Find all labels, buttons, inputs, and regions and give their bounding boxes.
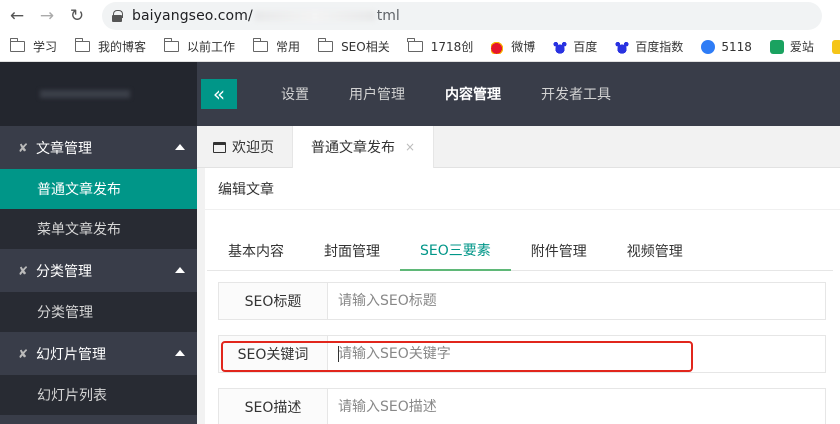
bookmark-item[interactable]: 以前工作: [163, 38, 235, 55]
sidebar-item-slide-list[interactable]: 幻灯片列表: [0, 375, 197, 415]
url-redacted: [254, 11, 375, 21]
editor-subtabs: 基本内容 封面管理 SEO三要素 附件管理 视频管理: [207, 230, 833, 271]
5118-icon: [701, 39, 716, 54]
caret-up-icon: [175, 267, 185, 273]
lock-icon: [112, 10, 123, 22]
sidebar-group-label: 分类管理: [36, 263, 92, 280]
baidu-icon: [553, 39, 568, 54]
folder-icon: [317, 38, 334, 52]
folder-icon: [9, 38, 25, 52]
tools-icon: ✘: [18, 346, 29, 361]
collapse-sidebar-button[interactable]: «: [201, 79, 237, 109]
bookmark-item[interactable]: 微博: [491, 38, 535, 55]
subtab-seo[interactable]: SEO三要素: [400, 230, 511, 271]
baidu-icon: [615, 39, 630, 54]
url-suffix: tml: [376, 8, 400, 24]
weibo-icon: [491, 39, 506, 54]
caret-up-icon: [175, 144, 185, 150]
sidebar-group-slides[interactable]: ✘ 幻灯片管理: [0, 332, 197, 375]
url-host: baiyangseo.com/: [132, 8, 253, 24]
browser-toolbar: ← → ↻ baiyangseo.com/ tml: [0, 0, 840, 32]
editor-card: 编辑文章 基本内容 封面管理 SEO三要素 附件管理 视频管理 SEO标题 SE…: [205, 168, 840, 424]
bookmark-item-truncated[interactable]: [831, 39, 840, 54]
bookmark-icon: [831, 39, 840, 54]
tab-label: 普通文章发布: [311, 140, 395, 156]
tab-welcome[interactable]: 欢迎页: [197, 126, 293, 168]
sidebar-item-normal-article[interactable]: 普通文章发布: [0, 169, 197, 209]
sidebar-group-label: 文章管理: [36, 140, 92, 157]
card-title: 编辑文章: [205, 168, 840, 210]
seo-description-label: SEO描述: [219, 389, 328, 424]
bookmarks-bar: 学习 我的博客 以前工作 常用 SEO相关 1718创 微博 百度 百度指数 5…: [0, 32, 840, 62]
sidebar: ✘ 文章管理 普通文章发布 菜单文章发布 ✘ 分类管理 分类管理 ✘ 幻灯片管理…: [0, 62, 197, 424]
nav-settings[interactable]: 设置: [281, 84, 309, 104]
seo-keywords-label: SEO关键词: [219, 336, 328, 372]
double-chevron-left-icon: «: [212, 82, 226, 106]
bookmark-item[interactable]: 百度: [553, 38, 597, 55]
seo-description-row: SEO描述: [218, 388, 826, 424]
forward-arrow-icon[interactable]: →: [36, 5, 58, 27]
bookmark-item[interactable]: 5118: [701, 39, 752, 54]
nav-user-management[interactable]: 用户管理: [349, 84, 405, 104]
folder-icon: [252, 38, 269, 52]
subtab-attachments[interactable]: 附件管理: [511, 230, 607, 271]
folder-icon: [407, 38, 423, 52]
seo-title-label: SEO标题: [219, 283, 328, 319]
page-tab-bar: 欢迎页 普通文章发布 ×: [197, 126, 840, 168]
tab-normal-article[interactable]: 普通文章发布 ×: [293, 126, 435, 168]
bookmark-item[interactable]: SEO相关: [317, 38, 390, 55]
seo-keywords-row: SEO关键词: [218, 335, 826, 373]
text-cursor: [338, 346, 339, 362]
logo-redacted: [40, 90, 130, 98]
bookmark-item[interactable]: 常用: [252, 38, 300, 55]
seo-title-row: SEO标题: [218, 282, 826, 320]
main-content: 编辑文章 基本内容 封面管理 SEO三要素 附件管理 视频管理 SEO标题 SE…: [197, 168, 840, 424]
bookmark-item[interactable]: 学习: [9, 38, 57, 55]
sidebar-group-article[interactable]: ✘ 文章管理: [0, 126, 197, 169]
bookmark-item[interactable]: 爱站: [769, 38, 814, 55]
nav-content-management[interactable]: 内容管理: [445, 84, 501, 104]
sidebar-group-category[interactable]: ✘ 分类管理: [0, 249, 197, 292]
folder-icon: [163, 38, 180, 52]
sidebar-group-label: 幻灯片管理: [36, 346, 106, 363]
subtab-cover[interactable]: 封面管理: [304, 230, 400, 271]
caret-up-icon: [175, 350, 185, 356]
back-arrow-icon[interactable]: ←: [6, 5, 28, 27]
tools-icon: ✘: [18, 263, 29, 278]
bookmark-item[interactable]: 1718创: [407, 38, 473, 55]
subtab-basic[interactable]: 基本内容: [207, 230, 304, 271]
address-bar[interactable]: baiyangseo.com/ tml: [102, 2, 822, 30]
tools-icon: ✘: [18, 140, 29, 155]
sidebar-item-menu-article[interactable]: 菜单文章发布: [0, 209, 197, 249]
tab-label: 欢迎页: [232, 140, 274, 156]
bookmark-item[interactable]: 我的博客: [74, 38, 146, 55]
bookmark-item[interactable]: 百度指数: [615, 38, 683, 55]
reload-icon[interactable]: ↻: [66, 5, 88, 27]
window-icon: [213, 141, 226, 153]
logo: [0, 62, 197, 126]
sidebar-item-category[interactable]: 分类管理: [0, 292, 197, 332]
top-nav: « 设置 用户管理 内容管理 开发者工具: [197, 62, 840, 126]
folder-icon: [74, 38, 91, 52]
seo-keywords-input[interactable]: [328, 336, 825, 372]
aizhan-icon: [769, 39, 784, 54]
seo-description-input[interactable]: [328, 389, 825, 424]
seo-title-input[interactable]: [328, 283, 825, 319]
close-icon[interactable]: ×: [405, 140, 415, 154]
nav-developer-tools[interactable]: 开发者工具: [541, 84, 611, 104]
subtab-video[interactable]: 视频管理: [607, 230, 703, 271]
